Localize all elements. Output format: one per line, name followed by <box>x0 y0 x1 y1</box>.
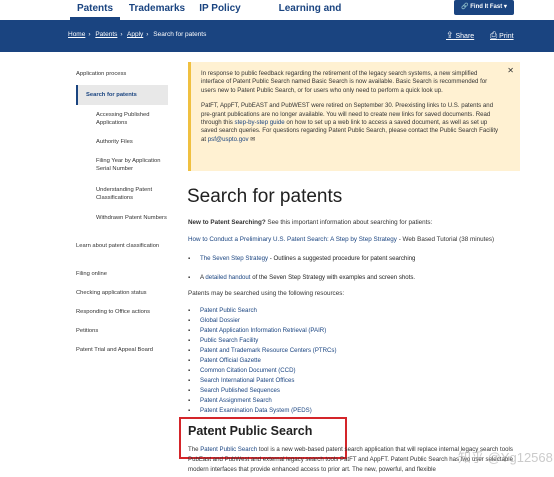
resource-link[interactable]: Patent Public Search <box>200 307 257 314</box>
resource-link[interactable]: Patent Assignment Search <box>200 397 272 404</box>
breadcrumb-patents[interactable]: Patents <box>95 31 117 38</box>
resources-intro: Patents may be searched using the follow… <box>188 290 345 297</box>
list-item: Common Citation Document (CCD) <box>188 366 528 376</box>
tab-trademarks[interactable]: Trademarks <box>124 0 190 20</box>
sidebar-item-filing-year[interactable]: Filing Year by Application Serial Number <box>96 157 168 173</box>
resource-link[interactable]: Patent Official Gazette <box>200 357 261 364</box>
chevron-down-icon: ▾ <box>503 4 507 10</box>
breadcrumb-home[interactable]: Home <box>68 31 85 38</box>
sidebar-item-petitions[interactable]: Petitions <box>76 327 168 335</box>
notice-alert: ✕ In response to public feedback regardi… <box>188 62 520 171</box>
step-by-step-guide-link[interactable]: step-by-step guide <box>235 119 285 126</box>
tutorial-line: How to Conduct a Preliminary U.S. Patent… <box>188 236 495 243</box>
resource-link[interactable]: Patent Examination Data System (PEDS) <box>200 407 312 414</box>
tab-learning-resources[interactable]: Learning and Resources <box>252 0 368 31</box>
resource-link[interactable]: Search Published Sequences <box>200 387 280 394</box>
sidebar-item-ptab[interactable]: Patent Trial and Appeal Board <box>76 346 168 354</box>
resource-link[interactable]: Search International Patent Offices <box>200 377 294 384</box>
sidebar-item-responding-office-actions[interactable]: Responding to Office actions <box>76 308 168 316</box>
list-item: Search Published Sequences <box>188 386 528 396</box>
sidebar-item-checking-status[interactable]: Checking application status <box>76 289 168 297</box>
sidebar-item-understanding-classifications[interactable]: Understanding Patent Classifications <box>96 186 168 202</box>
breadcrumb-current: Search for patents <box>153 31 207 38</box>
find-it-fast-label: Find It Fast <box>470 4 503 10</box>
close-icon[interactable]: ✕ <box>507 66 514 75</box>
sidebar-item-withdrawn-patent-numbers[interactable]: Withdrawn Patent Numbers <box>96 214 168 222</box>
sidebar-item-authority-files[interactable]: Authority Files <box>96 138 168 146</box>
alert-paragraph-1: In response to public feedback regarding… <box>201 70 488 94</box>
seven-step-strategy-link[interactable]: The Seven Step Strategy <box>200 255 268 262</box>
share-icon: ⇪ <box>446 30 454 40</box>
strategy-list: The Seven Step Strategy - Outlines a sug… <box>188 254 528 283</box>
list-item: Public Search Facility <box>188 336 528 346</box>
detailed-handout-link[interactable]: detailed handout <box>205 274 250 281</box>
list-item: Search International Patent Offices <box>188 376 528 386</box>
list-item: Patent Examination Data System (PEDS) <box>188 406 528 416</box>
list-item: Global Dossier <box>188 316 528 326</box>
sidebar-item-application-process[interactable]: Application process <box>76 70 168 78</box>
alert-paragraph-2: PatFT, AppFT, PubEAST and PubWEST were r… <box>201 102 499 143</box>
intro-text: New to Patent Searching? See this import… <box>188 219 433 226</box>
print-icon: ⎙ <box>490 30 498 40</box>
list-item: Patent Official Gazette <box>188 356 528 366</box>
tab-patents[interactable]: Patents <box>70 0 120 20</box>
share-link[interactable]: ⇪ Share <box>446 30 474 41</box>
list-item: Patent and Trademark Resource Centers (P… <box>188 346 528 356</box>
sidebar-item-filing-online[interactable]: Filing online <box>76 270 168 278</box>
top-nav: Patents Trademarks IP Policy Learning an… <box>0 0 554 31</box>
find-it-fast-button[interactable]: 🔗 Find It Fast ▾ <box>454 0 514 15</box>
resource-link[interactable]: Patent Application Information Retrieval… <box>200 327 326 334</box>
resource-link[interactable]: Common Citation Document (CCD) <box>200 367 296 374</box>
resource-link[interactable]: Public Search Facility <box>200 337 258 344</box>
list-item: The Seven Step Strategy - Outlines a sug… <box>188 254 528 264</box>
sidebar-item-accessing-published-applications[interactable]: Accessing Published Applications <box>96 111 168 127</box>
resources-list: Patent Public Search Global Dossier Pate… <box>188 306 528 416</box>
list-item: Patent Application Information Retrieval… <box>188 326 528 336</box>
mail-icon: ✉ <box>250 135 256 143</box>
breadcrumb-apply[interactable]: Apply <box>127 31 143 38</box>
link-icon: 🔗 <box>461 4 469 10</box>
tab-ip-policy[interactable]: IP Policy <box>194 0 246 20</box>
patent-public-search-link[interactable]: Patent Public Search <box>200 446 257 453</box>
sidebar-item-learn-classification[interactable]: Learn about patent classification <box>76 242 168 250</box>
watermark: 知乎 @Yg12568 <box>458 450 553 465</box>
resource-link[interactable]: Patent and Trademark Resource Centers (P… <box>200 347 336 354</box>
header-bar: Home › Patents › Apply › Search for patents… <box>0 20 554 52</box>
list-item: Patent Public Search <box>188 306 528 316</box>
resource-link[interactable]: Global Dossier <box>200 317 240 324</box>
print-link[interactable]: ⎙ Print <box>490 30 514 41</box>
list-item: Patent Assignment Search <box>188 396 528 406</box>
breadcrumb: Home › Patents › Apply › Search for patents <box>68 31 207 38</box>
list-item: A detailed handout of the Seven Step Str… <box>188 273 528 283</box>
sidebar-item-search-for-patents[interactable]: Search for patents <box>76 85 168 105</box>
tutorial-link[interactable]: How to Conduct a Preliminary U.S. Patent… <box>188 236 397 243</box>
page-title: Search for patents <box>187 186 343 207</box>
psf-email-link[interactable]: psf@uspto.gov <box>208 136 249 143</box>
